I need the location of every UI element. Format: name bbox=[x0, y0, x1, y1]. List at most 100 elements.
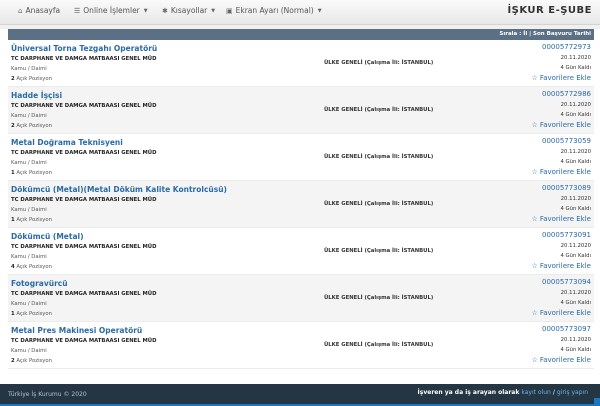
job-row: Fotogravürcü TC DARPHANE VE DAMGA MATBAA… bbox=[8, 275, 594, 322]
job-row: Üniversal Torna Tezgahı Operatörü TC DAR… bbox=[8, 40, 594, 87]
favorite-label: Favorilere Ekle bbox=[539, 356, 591, 364]
job-title-link[interactable]: Dökümcü (Metal)(Metal Döküm Kalite Kontr… bbox=[11, 185, 227, 194]
star-icon: ☆ bbox=[531, 121, 538, 129]
add-favorite-button[interactable]: ☆ Favorilere Ekle bbox=[532, 121, 591, 129]
job-title-link[interactable]: Hadde İşçisi bbox=[11, 91, 62, 100]
job-list: Sırala : İl | Son Başvuru Tarihi Ünivers… bbox=[8, 29, 594, 369]
nav-screen-label: Ekran Ayarı (Normal) bbox=[235, 6, 314, 15]
employment-type: Kamu / Daimi bbox=[11, 348, 47, 354]
open-positions: 1 Açık Pozisyon bbox=[11, 311, 52, 317]
sort-header[interactable]: Sırala : İl | Son Başvuru Tarihi bbox=[8, 29, 594, 40]
favorite-label: Favorilere Ekle bbox=[539, 74, 591, 82]
position-label: Açık Pozisyon bbox=[16, 217, 53, 223]
job-number-link[interactable]: 00005773091 bbox=[542, 231, 591, 239]
nav-shortcuts[interactable]: ✱ Kısayollar ▼ bbox=[162, 6, 215, 15]
job-number-link[interactable]: 00005773097 bbox=[542, 325, 591, 333]
add-favorite-button[interactable]: ☆ Favorilere Ekle bbox=[532, 74, 591, 82]
job-title-link[interactable]: Metal Pres Makinesi Operatörü bbox=[11, 326, 142, 335]
register-link[interactable]: kayıt olun bbox=[521, 389, 550, 396]
job-location: ÜLKE GENELİ (Çalışma İli: İSTANBUL) bbox=[324, 201, 434, 207]
job-row: Hadde İşçisi TC DARPHANE VE DAMGA MATBAA… bbox=[8, 87, 594, 134]
star-icon: ☆ bbox=[531, 74, 538, 82]
add-favorite-button[interactable]: ☆ Favorilere Ekle bbox=[532, 215, 591, 223]
job-number-link[interactable]: 00005772973 bbox=[542, 43, 591, 51]
job-title-link[interactable]: Fotogravürcü bbox=[11, 279, 68, 288]
days-remaining: 4 Gün Kaldı bbox=[560, 112, 592, 118]
nav-screen-settings[interactable]: ▣ Ekran Ayarı (Normal) ▼ bbox=[226, 6, 322, 15]
nav-home-label: Anasayfa bbox=[25, 6, 61, 15]
nav-online-services[interactable]: ☰ Online İşlemler ▼ bbox=[74, 6, 148, 15]
copyright-text: Türkiye İş Kurumu © 2020 bbox=[8, 391, 87, 398]
open-positions: 2 Açık Pozisyon bbox=[11, 358, 52, 364]
company-name: TC DARPHANE VE DAMGA MATBAASI GENEL MÜD bbox=[11, 291, 157, 297]
login-link[interactable]: giriş yapın bbox=[557, 389, 588, 396]
job-title-link[interactable]: Üniversal Torna Tezgahı Operatörü bbox=[11, 44, 157, 53]
nav-home[interactable]: ⌂ Anasayfa bbox=[18, 6, 60, 15]
days-remaining: 4 Gün Kaldı bbox=[560, 300, 592, 306]
company-name: TC DARPHANE VE DAMGA MATBAASI GENEL MÜD bbox=[11, 197, 157, 203]
add-favorite-button[interactable]: ☆ Favorilere Ekle bbox=[532, 168, 591, 176]
favorite-label: Favorilere Ekle bbox=[539, 168, 591, 176]
position-label: Açık Pozisyon bbox=[16, 264, 53, 270]
caret-down-icon: ▼ bbox=[143, 7, 148, 14]
job-title-link[interactable]: Metal Doğrama Teknisyeni bbox=[11, 138, 123, 147]
list-icon: ☰ bbox=[74, 6, 81, 15]
job-row: Metal Pres Makinesi Operatörü TC DARPHAN… bbox=[8, 322, 594, 369]
position-count: 2 bbox=[11, 123, 15, 129]
job-location: ÜLKE GENELİ (Çalışma İli: İSTANBUL) bbox=[324, 107, 434, 113]
position-count: 1 bbox=[11, 311, 15, 317]
top-navigation-bar: ⌂ Anasayfa ☰ Online İşlemler ▼ ✱ Kısayol… bbox=[0, 0, 600, 25]
open-positions: 1 Açık Pozisyon bbox=[11, 170, 52, 176]
deadline-date: 20.11.2020 bbox=[560, 337, 591, 343]
nav-online-label: Online İşlemler bbox=[83, 6, 140, 15]
position-label: Açık Pozisyon bbox=[16, 358, 53, 364]
open-positions: 2 Açık Pozisyon bbox=[11, 123, 52, 129]
job-number-link[interactable]: 00005773059 bbox=[542, 137, 591, 145]
position-count: 2 bbox=[11, 358, 15, 364]
deadline-date: 20.11.2020 bbox=[560, 55, 591, 61]
company-name: TC DARPHANE VE DAMGA MATBAASI GENEL MÜD bbox=[11, 150, 157, 156]
favorite-label: Favorilere Ekle bbox=[539, 309, 591, 317]
add-favorite-button[interactable]: ☆ Favorilere Ekle bbox=[532, 262, 591, 270]
favorite-label: Favorilere Ekle bbox=[539, 215, 591, 223]
position-count: 2 bbox=[11, 76, 15, 82]
star-icon: ☆ bbox=[531, 309, 538, 317]
footer-separator: / bbox=[552, 389, 555, 396]
caret-down-icon: ▼ bbox=[317, 7, 322, 14]
favorite-label: Favorilere Ekle bbox=[539, 262, 591, 270]
deadline-date: 20.11.2020 bbox=[560, 149, 591, 155]
deadline-date: 20.11.2020 bbox=[560, 196, 591, 202]
star-icon: ☆ bbox=[531, 262, 538, 270]
deadline-date: 20.11.2020 bbox=[560, 290, 591, 296]
job-row: Dökümcü (Metal) TC DARPHANE VE DAMGA MAT… bbox=[8, 228, 594, 275]
brand-title[interactable]: İŞKUR E-ŞUBE bbox=[507, 5, 592, 16]
employment-type: Kamu / Daimi bbox=[11, 254, 47, 260]
job-location: ÜLKE GENELİ (Çalışma İli: İSTANBUL) bbox=[324, 154, 434, 160]
company-name: TC DARPHANE VE DAMGA MATBAASI GENEL MÜD bbox=[11, 338, 157, 344]
footer-prompt: İşveren ya da iş arayan olarak bbox=[417, 389, 520, 396]
employment-type: Kamu / Daimi bbox=[11, 207, 47, 213]
star-icon: ☆ bbox=[531, 356, 538, 364]
position-label: Açık Pozisyon bbox=[16, 170, 53, 176]
home-icon: ⌂ bbox=[18, 6, 23, 15]
position-label: Açık Pozisyon bbox=[16, 76, 53, 82]
job-number-link[interactable]: 00005773094 bbox=[542, 278, 591, 286]
job-row: Metal Doğrama Teknisyeni TC DARPHANE VE … bbox=[8, 134, 594, 181]
employment-type: Kamu / Daimi bbox=[11, 113, 47, 119]
star-icon: ☆ bbox=[531, 168, 538, 176]
job-title-link[interactable]: Dökümcü (Metal) bbox=[11, 232, 84, 241]
scrollbar-thumb[interactable] bbox=[594, 398, 600, 406]
add-favorite-button[interactable]: ☆ Favorilere Ekle bbox=[532, 309, 591, 317]
employment-type: Kamu / Daimi bbox=[11, 66, 47, 72]
position-label: Açık Pozisyon bbox=[16, 123, 53, 129]
job-number-link[interactable]: 00005773089 bbox=[542, 184, 591, 192]
days-remaining: 4 Gün Kaldı bbox=[560, 206, 592, 212]
add-favorite-button[interactable]: ☆ Favorilere Ekle bbox=[532, 356, 591, 364]
job-location: ÜLKE GENELİ (Çalışma İli: İSTANBUL) bbox=[324, 248, 434, 254]
job-location: ÜLKE GENELİ (Çalışma İli: İSTANBUL) bbox=[324, 342, 434, 348]
company-name: TC DARPHANE VE DAMGA MATBAASI GENEL MÜD bbox=[11, 56, 157, 62]
days-remaining: 4 Gün Kaldı bbox=[560, 253, 592, 259]
position-count: 4 bbox=[11, 264, 15, 270]
job-number-link[interactable]: 00005772986 bbox=[542, 90, 591, 98]
star-icon: ☆ bbox=[531, 215, 538, 223]
